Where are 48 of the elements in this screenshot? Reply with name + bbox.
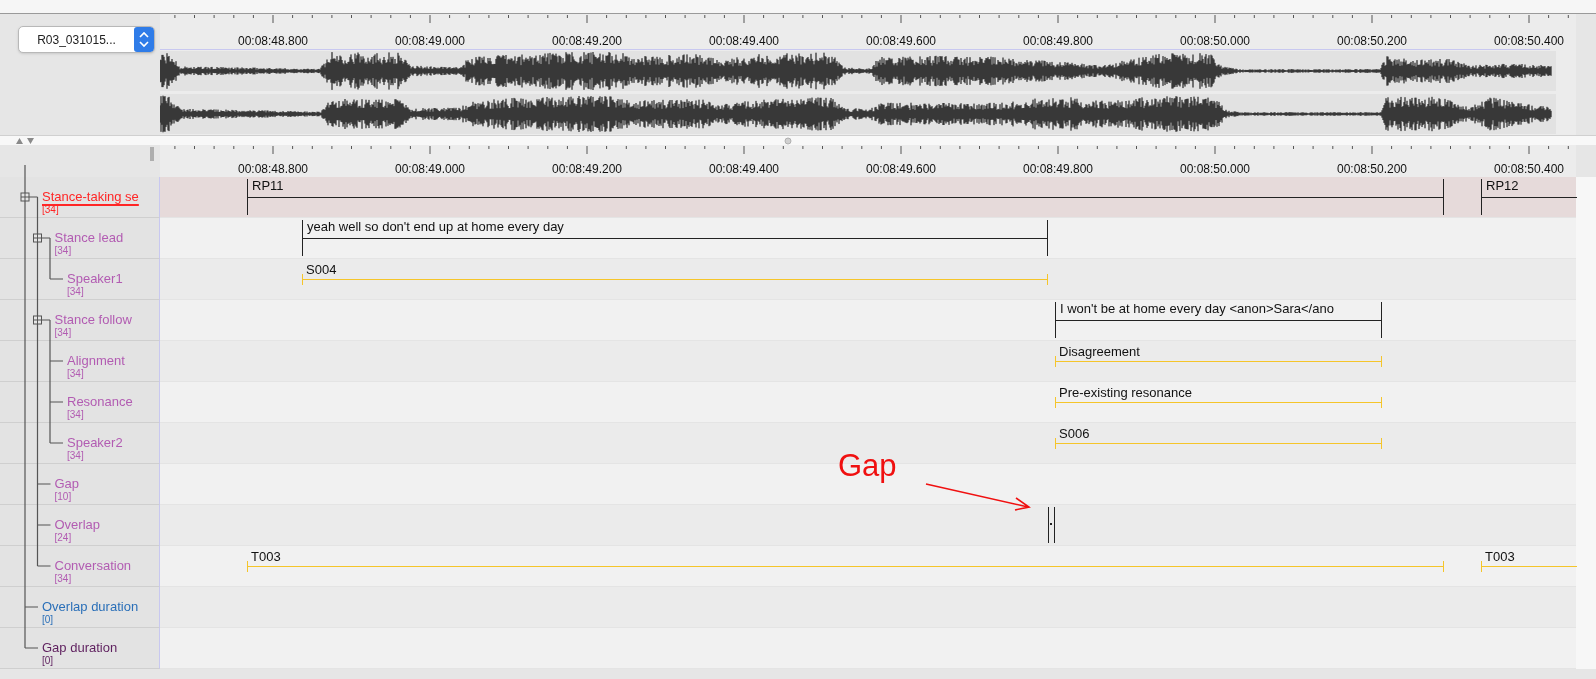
- time-label: 00:08:50.200: [1335, 161, 1409, 178]
- tier-count: [34]: [54, 246, 72, 256]
- time-label: 00:08:48.800: [236, 161, 310, 178]
- time-label: 00:08:50.000: [1178, 33, 1252, 50]
- tier-count: [34]: [67, 410, 84, 420]
- tier-count: [34]: [54, 328, 72, 338]
- resize-arrows-icon[interactable]: [15, 137, 35, 145]
- callout-label: Gap: [838, 447, 897, 485]
- tier-count: [24]: [54, 533, 72, 543]
- tier-count: [10]: [54, 492, 72, 502]
- time-label: 00:08:49.800: [1021, 161, 1095, 178]
- stepper-icon: [134, 27, 154, 52]
- annotation[interactable]: Disagreement: [1055, 345, 1382, 367]
- annotation[interactable]: RP11: [247, 179, 1444, 215]
- tier-count: [34]: [54, 574, 72, 584]
- tier-count: [34]: [67, 451, 84, 461]
- resize-handle-icon[interactable]: [150, 147, 154, 161]
- tier-label[interactable]: Gap duration: [42, 640, 118, 656]
- time-label: 00:08:49.000: [393, 161, 467, 178]
- time-label: 00:08:49.400: [707, 161, 781, 178]
- annotation[interactable]: I won't be at home every day <anon>Sara</ano: [1055, 302, 1382, 338]
- annotation[interactable]: Pre-existing resonance: [1055, 386, 1382, 408]
- time-label: 00:08:49.800: [1021, 33, 1095, 50]
- tier-count: [0]: [42, 615, 54, 625]
- tier-count: [34]: [42, 205, 59, 215]
- time-label: 00:08:49.600: [864, 161, 938, 178]
- time-label: 00:08:50.000: [1178, 161, 1252, 178]
- tier-count: [0]: [42, 656, 54, 666]
- tier-label[interactable]: Overlap duration: [42, 599, 139, 615]
- annotation[interactable]: yeah well so don't end up at home every day: [302, 220, 1048, 256]
- annotation-marker[interactable]: [1048, 507, 1055, 543]
- time-label: 00:08:48.800: [236, 33, 310, 50]
- annotation[interactable]: T003: [247, 550, 1444, 572]
- time-label: 00:08:49.600: [864, 33, 938, 50]
- time-label: 00:08:49.200: [550, 33, 624, 50]
- annotation[interactable]: S004: [302, 263, 1048, 285]
- time-label: 00:08:50.400: [1492, 33, 1566, 50]
- file-dropdown[interactable]: R03_031015...: [18, 26, 155, 53]
- time-label: 00:08:49.200: [550, 161, 624, 178]
- split-handle-icon[interactable]: [784, 137, 792, 145]
- time-label: 00:08:49.400: [707, 33, 781, 50]
- tier-count: [34]: [67, 369, 84, 379]
- tier-count: [34]: [67, 287, 84, 297]
- time-label: 00:08:50.400: [1492, 161, 1566, 178]
- time-label: 00:08:50.200: [1335, 33, 1409, 50]
- time-label: 00:08:49.000: [393, 33, 467, 50]
- annotation[interactable]: T003: [1481, 550, 1577, 572]
- annotation[interactable]: S006: [1055, 427, 1382, 449]
